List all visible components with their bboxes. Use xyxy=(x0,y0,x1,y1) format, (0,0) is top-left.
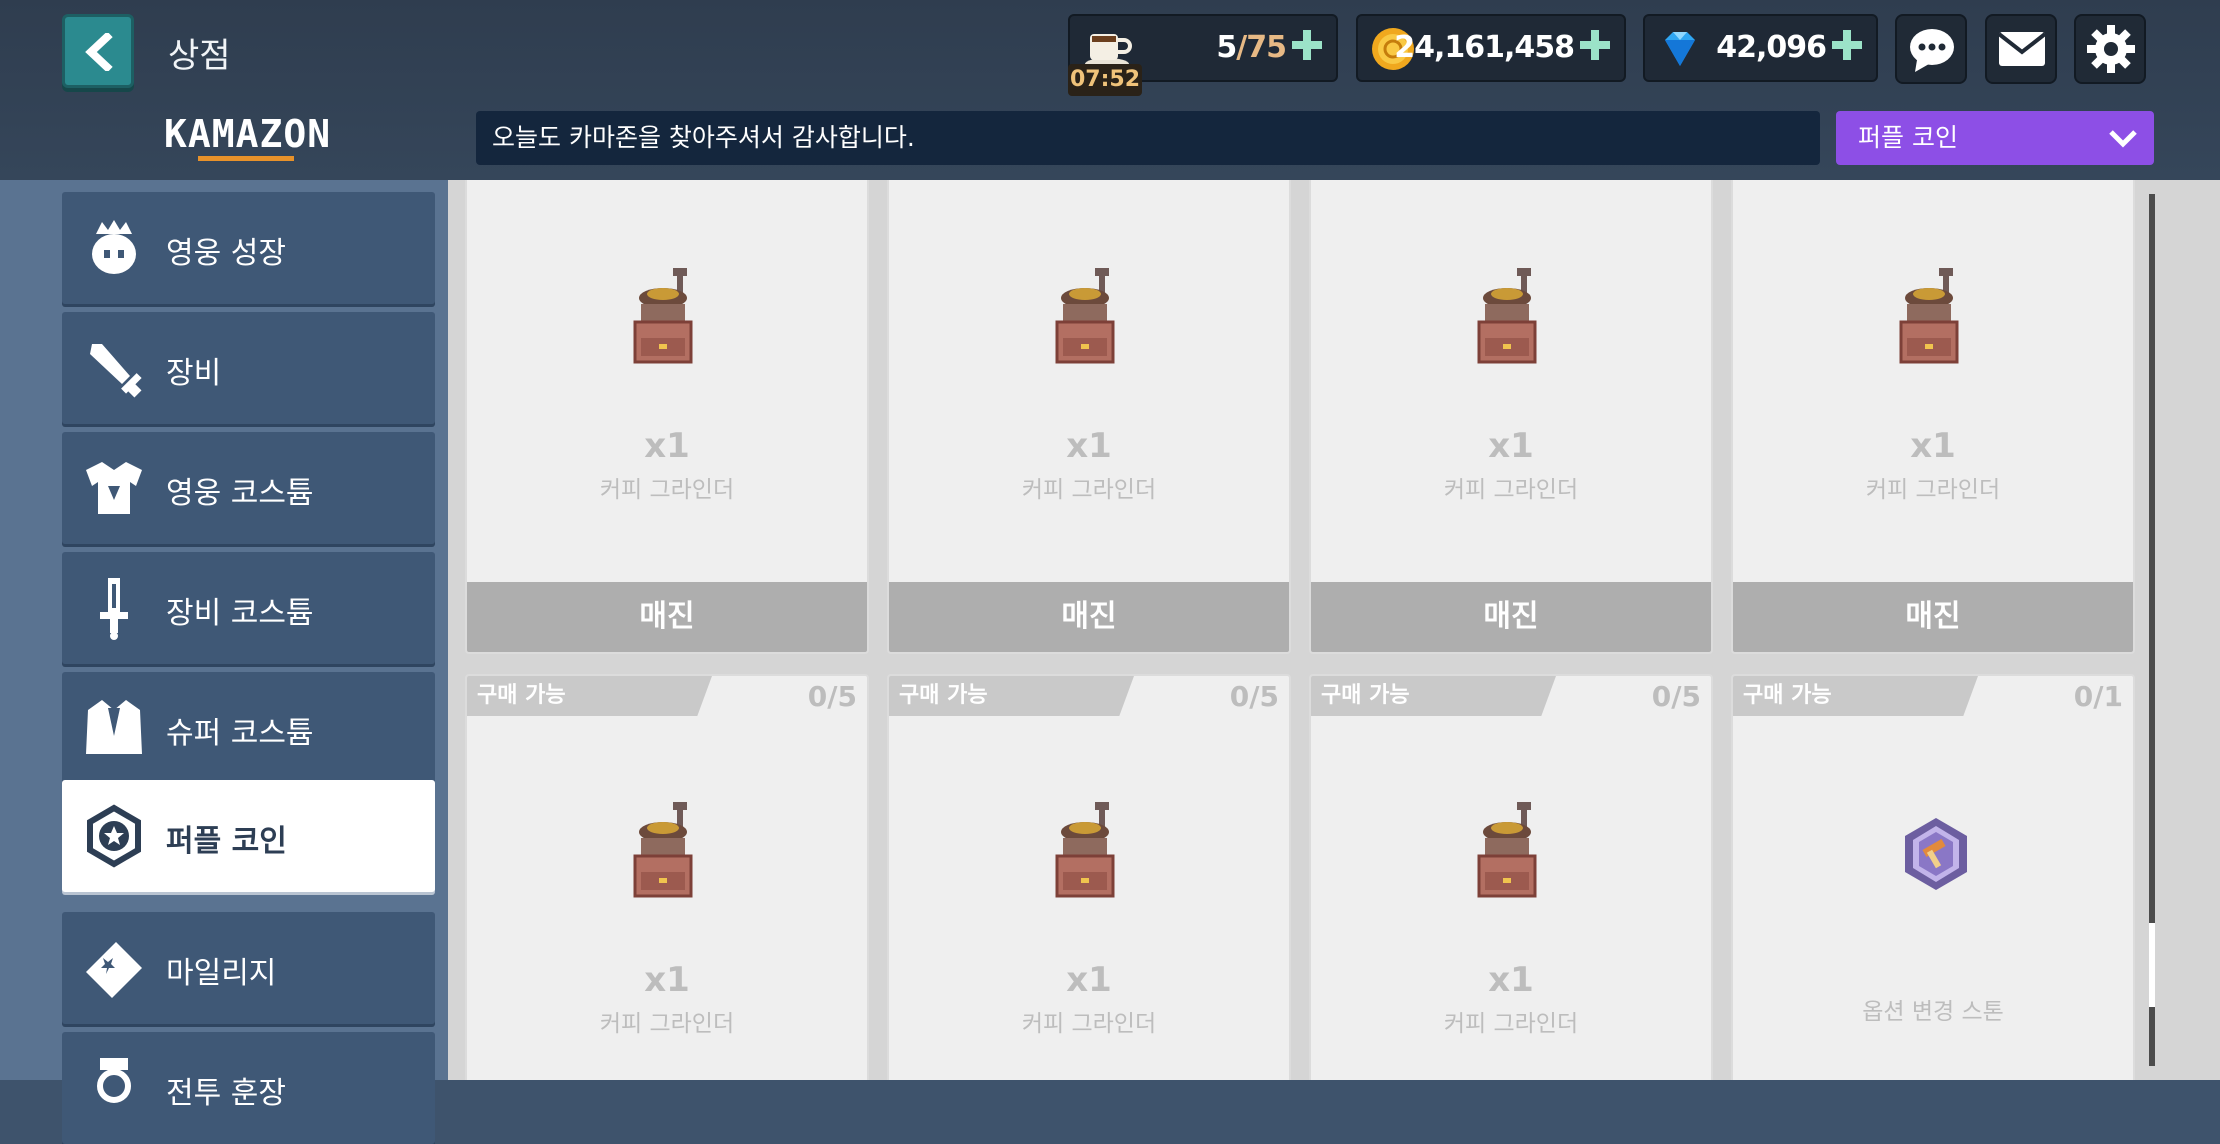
sword-icon xyxy=(90,344,142,398)
purchasable-tag: 구매 가능 xyxy=(889,676,1134,716)
brand-underline xyxy=(198,156,294,161)
item-name: 커피 그라인더 xyxy=(599,477,735,503)
gem-value: 42,096 xyxy=(1716,30,1827,65)
coffee-grinder-icon xyxy=(1477,268,1537,364)
add-gold-button[interactable] xyxy=(1578,28,1612,62)
add-stamina-button[interactable] xyxy=(1290,28,1324,62)
sidebar-item-label: 영웅 코스튬 xyxy=(166,476,314,511)
item-name: 커피 그라인더 xyxy=(1865,477,2001,503)
mail-button[interactable] xyxy=(1985,14,2057,84)
shop-item-card[interactable]: x1 커피 그라인더 매진 xyxy=(887,180,1291,654)
sidebar-item-battle-medal[interactable]: 전투 훈장 xyxy=(62,1032,435,1144)
armor-icon xyxy=(86,462,142,514)
sold-out-label: 매진 xyxy=(889,582,1289,652)
shop-grid: x1 커피 그라인더 매진 x1 커피 그라인더 매진 x1 커피 그라인더 매… xyxy=(448,180,2220,1080)
item-quantity: x1 xyxy=(1488,426,1534,466)
settings-button[interactable] xyxy=(2074,14,2146,84)
item-name: 커피 그라인더 xyxy=(1443,477,1579,503)
chat-icon xyxy=(1910,29,1954,72)
gem-counter[interactable]: 42,096 xyxy=(1643,14,1878,82)
purchase-count: 0/5 xyxy=(1229,680,1279,713)
sold-out-label: 매진 xyxy=(467,582,867,652)
scrollbar-thumb[interactable] xyxy=(2149,923,2155,1007)
chevron-down-icon xyxy=(2109,130,2137,148)
gold-counter[interactable]: 24,161,458 xyxy=(1356,14,1626,82)
suit-icon xyxy=(86,700,142,754)
sidebar-item-label: 영웅 성장 xyxy=(166,236,286,271)
shop-item-card[interactable]: x1 커피 그라인더 매진 xyxy=(1731,180,2135,654)
sidebar-item-label: 퍼플 코인 xyxy=(166,824,287,859)
brand-logo: KAMAZON xyxy=(164,112,332,156)
stamina-timer: 07:52 xyxy=(1068,64,1142,96)
option-stone-icon xyxy=(1905,818,1967,890)
back-button[interactable] xyxy=(62,14,134,88)
item-quantity: x1 xyxy=(1066,426,1112,466)
sidebar-item-purple-coin[interactable]: 퍼플 코인 xyxy=(62,780,435,892)
coffee-grinder-icon xyxy=(1899,268,1959,364)
sidebar-item-hero-costume[interactable]: 영웅 코스튬 xyxy=(62,432,435,544)
item-name: 커피 그라인더 xyxy=(1021,477,1157,503)
gear-icon xyxy=(2087,25,2135,73)
top-bar: 상점 KAMAZON 5/75 07:52 24,161,458 42,096 xyxy=(0,0,2220,180)
dropdown-selected-label: 퍼플 코인 xyxy=(1858,123,1958,152)
item-name: 커피 그라인더 xyxy=(1443,1011,1579,1037)
purchase-count: 0/5 xyxy=(1651,680,1701,713)
coffee-grinder-icon xyxy=(633,802,693,898)
shop-item-card[interactable]: x1 커피 그라인더 매진 xyxy=(1309,180,1713,654)
purchasable-tag: 구매 가능 xyxy=(1733,676,1978,716)
sidebar-item-label: 장비 코스튬 xyxy=(166,596,314,631)
item-quantity: x1 xyxy=(1488,960,1534,1000)
sold-out-label: 매진 xyxy=(1733,582,2133,652)
notice-banner: 오늘도 카마존을 찾아주셔서 감사합니다. xyxy=(476,111,1820,165)
shop-item-card[interactable]: 구매 가능 0/1 옵션 변경 스톤 xyxy=(1731,674,2135,1080)
item-name: 커피 그라인더 xyxy=(599,1011,735,1037)
add-gem-button[interactable] xyxy=(1830,28,1864,62)
diamond-icon xyxy=(1665,32,1695,66)
sidebar-item-label: 전투 훈장 xyxy=(166,1076,286,1111)
sold-out-label: 매진 xyxy=(1311,582,1711,652)
shop-item-card[interactable]: 구매 가능 0/5 x1 커피 그라인더 xyxy=(465,674,869,1080)
sidebar-item-mileage[interactable]: 마일리지 xyxy=(62,912,435,1024)
star-badge-icon xyxy=(87,804,141,868)
item-quantity: x1 xyxy=(644,426,690,466)
purchase-count: 0/1 xyxy=(2073,680,2123,713)
gold-value: 24,161,458 xyxy=(1394,30,1575,65)
coffee-grinder-icon xyxy=(1055,802,1115,898)
dagger-icon xyxy=(100,578,128,640)
purchase-count: 0/5 xyxy=(807,680,857,713)
sidebar-item-super-costume[interactable]: 슈퍼 코스튬 xyxy=(62,672,435,784)
item-name: 옵션 변경 스톤 xyxy=(1862,999,2004,1025)
ticket-icon xyxy=(86,942,142,998)
coffee-grinder-icon xyxy=(633,268,693,364)
item-quantity: x1 xyxy=(1910,426,1956,466)
purchasable-tag: 구매 가능 xyxy=(467,676,712,716)
shop-item-card[interactable]: 구매 가능 0/5 x1 커피 그라인더 xyxy=(1309,674,1713,1080)
coffee-grinder-icon xyxy=(1055,268,1115,364)
item-name: 커피 그라인더 xyxy=(1021,1011,1157,1037)
purchasable-tag: 구매 가능 xyxy=(1311,676,1556,716)
category-dropdown[interactable]: 퍼플 코인 xyxy=(1836,111,2154,165)
sidebar-item-equipment-costume[interactable]: 장비 코스튬 xyxy=(62,552,435,664)
shop-item-card[interactable]: x1 커피 그라인더 매진 xyxy=(465,180,869,654)
chat-button[interactable] xyxy=(1895,14,1967,84)
item-quantity: x1 xyxy=(1066,960,1112,1000)
coffee-grinder-icon xyxy=(1477,802,1537,898)
sidebar-item-label: 슈퍼 코스튬 xyxy=(166,716,314,751)
mail-icon xyxy=(1997,32,2047,66)
medal-icon xyxy=(97,1058,131,1103)
chevron-left-icon xyxy=(85,33,113,71)
shop-item-card[interactable]: 구매 가능 0/5 x1 커피 그라인더 xyxy=(887,674,1291,1080)
sidebar: 영웅 성장 장비 영웅 코스튬 장비 코스튬 슈퍼 코스튬 퍼플 코인 마일리지… xyxy=(0,180,448,1144)
sidebar-item-label: 마일리지 xyxy=(166,956,277,991)
sidebar-item-label: 장비 xyxy=(166,356,222,391)
stamina-value: 5/75 xyxy=(1216,30,1287,65)
hero-face-icon xyxy=(92,220,136,274)
page-title: 상점 xyxy=(168,36,231,76)
sidebar-item-equipment[interactable]: 장비 xyxy=(62,312,435,424)
sidebar-item-hero-growth[interactable]: 영웅 성장 xyxy=(62,192,435,304)
item-quantity: x1 xyxy=(644,960,690,1000)
